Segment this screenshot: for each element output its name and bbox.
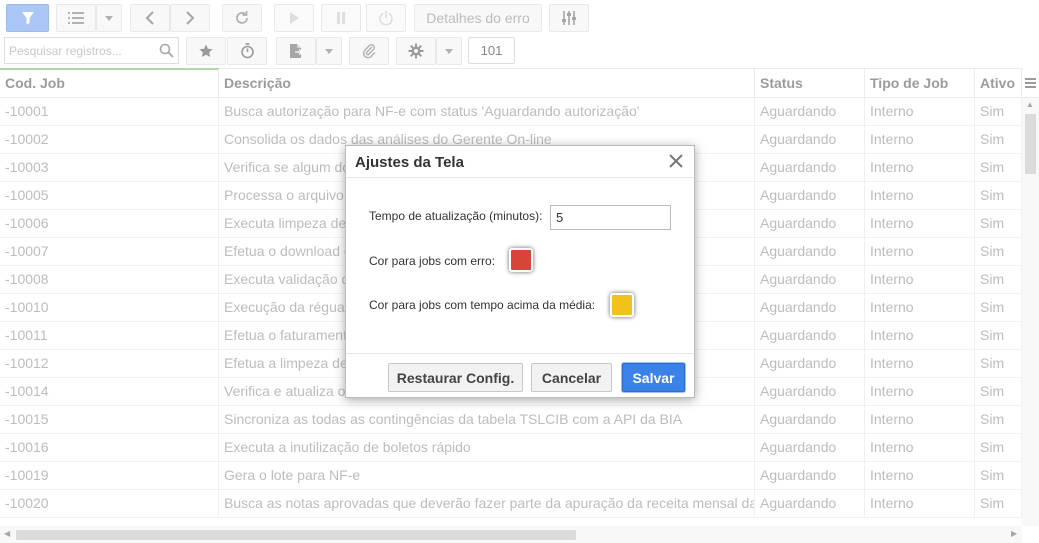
dialog-title: Ajustes da Tela [355, 154, 464, 171]
screen-settings-dialog: Ajustes da Tela Tempo de atualização (mi… [345, 145, 695, 398]
dialog-footer: Restaurar Config. Cancelar Salvar [346, 353, 694, 397]
slow-color-picker[interactable] [610, 293, 634, 317]
refresh-interval-label: Tempo de atualização (minutos): [369, 209, 543, 223]
error-color-picker[interactable] [509, 248, 533, 272]
save-button[interactable]: Salvar [622, 363, 685, 392]
refresh-interval-input[interactable] [550, 205, 671, 230]
close-icon[interactable] [667, 152, 685, 170]
restore-config-button[interactable]: Restaurar Config. [388, 363, 523, 392]
screen: Detalhes do erro 101 [0, 0, 1039, 543]
cancel-button[interactable]: Cancelar [531, 363, 612, 392]
slow-color-label: Cor para jobs com tempo acima da média: [369, 298, 596, 312]
dialog-header: Ajustes da Tela [346, 146, 694, 178]
error-color-label: Cor para jobs com erro: [369, 254, 496, 268]
